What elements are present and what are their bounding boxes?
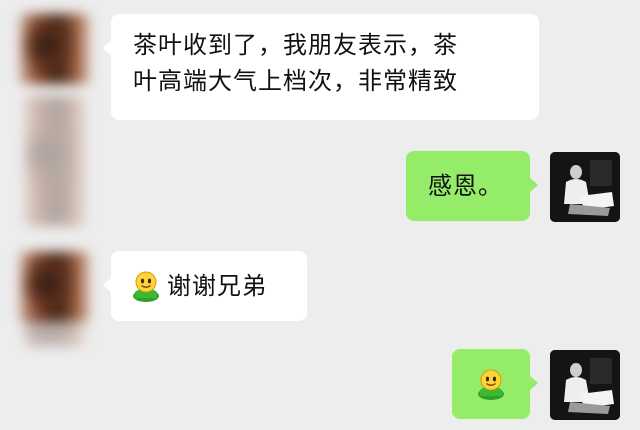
outgoing-message-bubble[interactable]: 感恩。 <box>406 151 530 221</box>
incoming-message-bubble[interactable]: 谢谢兄弟 <box>111 251 307 321</box>
bubble-tail <box>529 375 538 391</box>
message-text: 感恩。 <box>428 172 503 200</box>
bubble-tail <box>529 177 538 193</box>
message-text: 谢谢兄弟 <box>167 272 267 300</box>
user-avatar[interactable] <box>550 350 620 420</box>
avatar-blur-trail <box>24 96 86 226</box>
incoming-message-bubble[interactable]: 茶叶收到了，我朋友表示，茶 叶高端大气上档次，非常精致 <box>111 14 539 120</box>
smiley-icon <box>476 368 506 400</box>
contact-avatar[interactable] <box>20 14 90 84</box>
contact-avatar[interactable] <box>20 252 90 322</box>
message-text-line: 茶叶收到了，我朋友表示，茶 <box>133 31 458 59</box>
user-avatar[interactable] <box>550 152 620 222</box>
user-photo <box>550 152 620 222</box>
outgoing-message-bubble[interactable] <box>452 349 530 419</box>
message-text-line: 叶高端大气上档次，非常精致 <box>133 67 458 95</box>
user-photo <box>550 350 620 420</box>
avatar-blur-trail <box>24 316 86 346</box>
smiley-icon <box>131 270 161 302</box>
